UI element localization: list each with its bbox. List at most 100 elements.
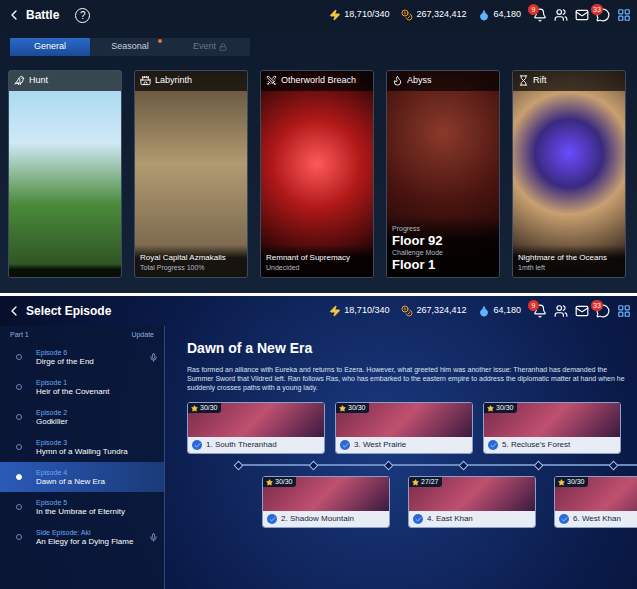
stage-name: 3. West Prairie — [354, 439, 406, 451]
menu-grid-icon[interactable] — [617, 8, 631, 22]
check-icon — [415, 516, 422, 523]
card-text: Undecided — [266, 263, 368, 272]
timeline-dot — [16, 474, 22, 480]
part-label: Part 1 — [10, 330, 29, 341]
currency: 64,180 — [478, 8, 521, 22]
back-button[interactable]: Battle — [6, 6, 59, 24]
content-card[interactable]: LabyrinthRoyal Capital AzmakalisTotal Pr… — [134, 70, 248, 278]
episode-label: Episode 4 — [36, 468, 158, 477]
episode-detail: Dawn of a New Era Ras formed an alliance … — [165, 326, 637, 589]
content-cards: HuntLabyrinthRoyal Capital AzmakalisTota… — [0, 70, 637, 278]
check-icon — [269, 516, 276, 523]
battle-screen: Battle?18,710/340267,324,41264,180933Gen… — [0, 0, 637, 293]
content-card[interactable]: RiftNightmare of the Oceans1mth left — [512, 70, 626, 278]
card-text: Total Progress 100% — [140, 263, 242, 272]
check-icon — [490, 442, 497, 449]
stage-card[interactable]: 30/30 3. West Prairie — [335, 402, 473, 454]
check-icon — [342, 442, 349, 449]
tab[interactable]: Seasonal — [90, 38, 170, 56]
episode-item[interactable]: Episode 2Godkiller — [0, 402, 164, 432]
episode-item[interactable]: Episode 3Hymn of a Wailing Tundra — [0, 432, 164, 462]
content-card[interactable]: AbyssProgressFloor 92Challenge ModeFloor… — [386, 70, 500, 278]
stage-name: 1. South Theranhad — [206, 439, 277, 451]
menu-grid-icon[interactable] — [617, 304, 631, 318]
back-button[interactable]: Select Episode — [6, 302, 111, 320]
episode-title: Dirge of the End — [36, 357, 143, 367]
currency: 18,710/340 — [329, 8, 389, 22]
stage-name: 6. West Khan — [573, 513, 621, 525]
episode-label: Side Episode: Aki — [36, 528, 143, 537]
gold-icon — [401, 9, 413, 21]
card-text: Nightmare of the Oceans — [518, 253, 620, 263]
card-text: Progress — [392, 224, 494, 233]
content-card[interactable]: Otherworld BreachRemnant of SupremacyUnd… — [260, 70, 374, 278]
stage-card[interactable]: 27/274. East Khan — [408, 476, 536, 528]
back-arrow-icon — [6, 7, 22, 23]
cleared-check — [267, 514, 277, 524]
stage-card[interactable]: 30/306. West Khan — [554, 476, 637, 528]
cleared-check — [488, 440, 498, 450]
card-text: Floor 1 — [392, 257, 494, 272]
mail-icon[interactable] — [575, 8, 589, 22]
crystal-icon — [478, 305, 490, 317]
star-icon — [266, 479, 273, 486]
star-icon — [191, 405, 198, 412]
episode-description: Ras formed an alliance with Eureka and r… — [187, 365, 629, 392]
tab-bar: GeneralSeasonalEvent — [10, 38, 250, 56]
stage-card[interactable]: 30/302. Shadow Mountain — [262, 476, 390, 528]
timeline-dot — [16, 384, 22, 390]
stage-card[interactable]: 30/301. South Theranhad — [187, 402, 325, 454]
star-icon — [558, 479, 565, 486]
star-icon — [339, 405, 346, 412]
episode-heading: Dawn of a New Era — [187, 338, 629, 359]
episode-title: An Elegy for a Dying Flame — [36, 537, 143, 547]
episode-item[interactable]: Episode 5In the Umbrae of Eternity — [0, 492, 164, 522]
stage-stars: 30/30 — [484, 403, 517, 413]
episode-title: Godkiller — [36, 417, 158, 427]
card-title: Abyss — [407, 74, 432, 88]
back-arrow-icon — [6, 303, 22, 319]
stage-name: 4. East Khan — [427, 513, 473, 525]
stage-timeline — [235, 454, 637, 476]
episode-item[interactable]: Episode 6Dirge of the End — [0, 342, 164, 372]
episode-title: In the Umbrae of Eternity — [36, 507, 158, 517]
crystal-icon — [478, 9, 490, 21]
stage-name: 5. Recluse's Forest — [502, 439, 570, 451]
mode-icon — [14, 75, 25, 86]
card-title: Labyrinth — [155, 74, 192, 88]
episode-item[interactable]: Episode 4Dawn of a New Era — [0, 462, 164, 492]
stage-stars: 30/30 — [336, 403, 369, 413]
tab[interactable]: General — [10, 38, 90, 56]
chat-button[interactable]: 33 — [596, 8, 610, 22]
notification-badge: 9 — [528, 300, 539, 311]
mail-icon[interactable] — [575, 304, 589, 318]
card-text: Challenge Mode — [392, 248, 494, 257]
stage-card[interactable]: 30/30 5. Recluse's Forest — [483, 402, 621, 454]
gold-icon — [401, 305, 413, 317]
episode-title: Dawn of a New Era — [36, 477, 158, 487]
help-button[interactable]: ? — [75, 8, 90, 23]
episode-item[interactable]: Episode 1Heir of the Covenant — [0, 372, 164, 402]
stamina-icon — [329, 9, 341, 21]
stamina-icon — [329, 305, 341, 317]
screen-title: Select Episode — [26, 302, 111, 320]
card-text: 1mth left — [518, 263, 620, 272]
cleared-check — [340, 440, 350, 450]
friends-icon[interactable] — [554, 304, 568, 318]
currency: 18,710/340 — [329, 304, 389, 318]
episode-label: Episode 3 — [36, 438, 158, 447]
screen-title: Battle — [26, 6, 59, 24]
microphone-icon — [149, 353, 158, 362]
top-bar: Battle?18,710/340267,324,41264,180933 — [0, 0, 637, 30]
bell-button[interactable]: 9 — [533, 304, 547, 318]
microphone-icon — [149, 533, 158, 542]
timeline-node — [309, 460, 319, 470]
friends-icon[interactable] — [554, 8, 568, 22]
chat-button[interactable]: 33 — [596, 304, 610, 318]
star-icon — [487, 405, 494, 412]
episode-title: Hymn of a Wailing Tundra — [36, 447, 158, 457]
check-icon — [194, 442, 201, 449]
content-card[interactable]: Hunt — [8, 70, 122, 278]
episode-item[interactable]: Side Episode: AkiAn Elegy for a Dying Fl… — [0, 522, 164, 552]
bell-button[interactable]: 9 — [533, 8, 547, 22]
